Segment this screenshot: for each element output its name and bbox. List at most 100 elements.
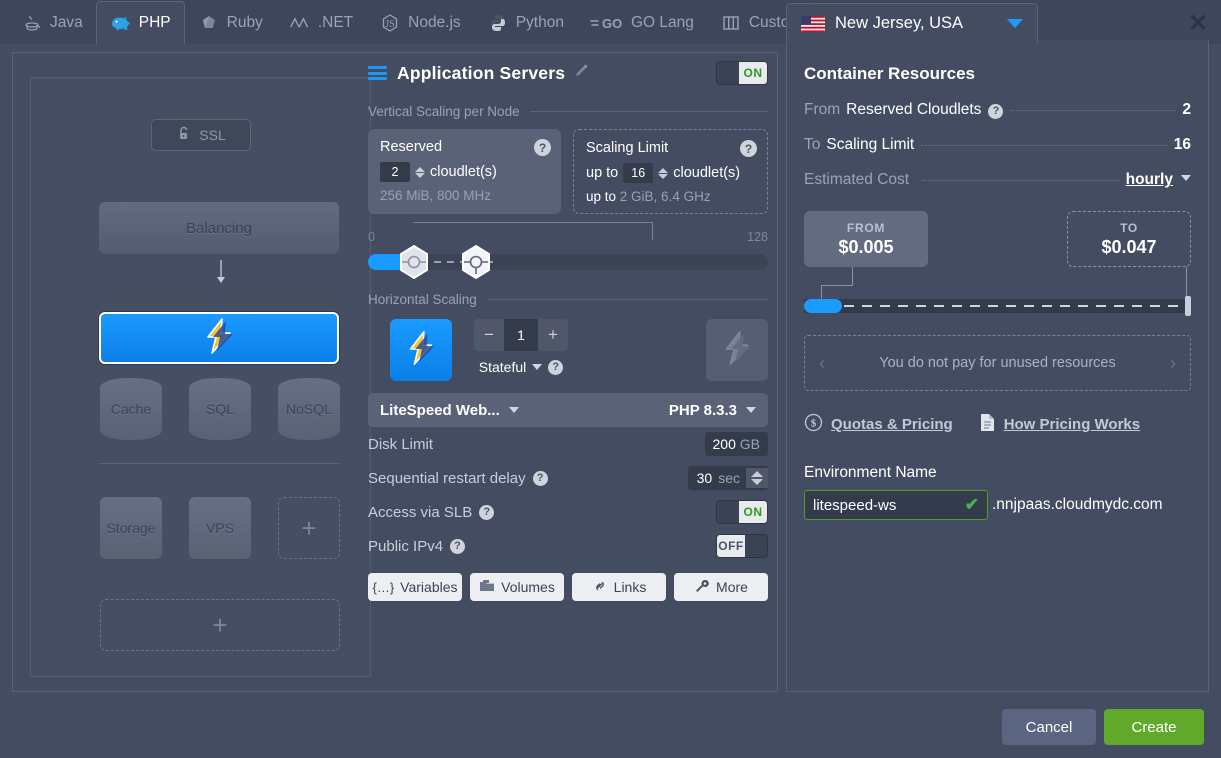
region-selector-tab[interactable]: New Jersey, USA (786, 3, 1038, 43)
layer-title: Application Servers (397, 62, 566, 83)
node-count-value[interactable]: 1 (504, 319, 538, 351)
question-icon[interactable]: ? (548, 359, 564, 375)
close-icon[interactable]: ✕ (1185, 10, 1211, 37)
layer-settings-panel: Application Servers ON Vertical Scaling … (368, 58, 768, 601)
toggle-state-label: OFF (717, 535, 745, 557)
node-storage[interactable]: Storage (100, 497, 162, 559)
tab-label: Ruby (226, 14, 263, 31)
cloudlet-slider[interactable]: 0 128 (368, 222, 768, 280)
chevron-down-icon[interactable] (1007, 19, 1023, 28)
restart-delay-stepper[interactable]: 30 sec (687, 466, 768, 490)
litespeed-bolt-icon (402, 329, 440, 372)
reserved-cloudlets-input[interactable]: 2 (380, 162, 410, 182)
question-icon[interactable]: ? (450, 538, 466, 554)
question-icon[interactable]: ? (532, 470, 548, 486)
stack-selector-bar[interactable]: LiteSpeed Web... PHP 8.3.3 (368, 393, 768, 427)
slider-leader-limit (453, 222, 653, 240)
tab-java[interactable]: Java (8, 2, 96, 44)
restart-delay-spinner[interactable] (746, 468, 768, 488)
node-cache[interactable]: Cache (100, 378, 162, 440)
cost-to-card: TO $0.047 (1067, 211, 1191, 267)
engine-version-dropdown[interactable]: PHP 8.3.3 (669, 402, 756, 419)
reserved-stepper[interactable] (415, 166, 425, 178)
more-button[interactable]: More (674, 573, 768, 601)
us-flag-icon (801, 15, 825, 32)
node-label: NoSQL (286, 401, 332, 417)
node-sql[interactable]: SQL (189, 378, 251, 440)
pricing-hint-text: You do not pay for unused resources (879, 355, 1116, 371)
node-balancing[interactable]: Balancing (99, 202, 339, 254)
environment-name-input[interactable]: litespeed-ws ✔ (804, 490, 988, 520)
question-icon[interactable]: ? (740, 140, 757, 157)
tab-ruby[interactable]: Ruby (185, 2, 276, 44)
disk-limit-value[interactable]: 200 GB (704, 432, 768, 456)
chevron-right-icon[interactable]: › (1170, 353, 1176, 374)
slider-handle-reserved[interactable] (396, 244, 432, 280)
option-label: Public IPv4 ? (368, 538, 466, 555)
card-title: Reserved (380, 139, 443, 155)
cost-from-label: FROM (846, 220, 886, 235)
ssl-chip[interactable]: SSL (151, 119, 251, 151)
reserved-card[interactable]: Reserved ? 2 cloudlet(s) 256 MiB, 800 MH… (368, 129, 561, 214)
cancel-button[interactable]: Cancel (1002, 709, 1096, 745)
cost-slider-track[interactable] (804, 296, 1191, 316)
node-nosql[interactable]: NoSQL (278, 378, 340, 440)
question-icon[interactable]: ? (988, 103, 1004, 119)
option-label-text: Sequential restart delay (368, 469, 526, 487)
document-icon (979, 413, 996, 436)
card-title: Scaling Limit (586, 140, 669, 156)
arrow-down-icon (216, 260, 226, 289)
option-label: Access via SLB ? (368, 504, 495, 521)
tab-python[interactable]: Python (474, 2, 577, 44)
svg-text:GO: GO (602, 16, 622, 31)
dollar-circle-icon: $ (804, 413, 823, 436)
layers-menu-icon[interactable] (368, 66, 387, 80)
increment-node-button[interactable]: + (538, 319, 568, 351)
node-vps[interactable]: VPS (189, 497, 251, 559)
vertical-scaling-section-label: Vertical Scaling per Node (368, 104, 768, 119)
stack-dropdown[interactable]: LiteSpeed Web... (380, 402, 519, 419)
cost-to-label: TO (1120, 220, 1138, 235)
access-slb-toggle[interactable]: ON (716, 500, 768, 524)
create-button[interactable]: Create (1104, 709, 1204, 745)
node-label: Balancing (186, 219, 252, 237)
node-count-stepper[interactable]: − 1 + (474, 319, 568, 351)
add-node-button[interactable]: + (278, 497, 340, 559)
pencil-icon[interactable] (574, 63, 591, 83)
node-type-selected-icon[interactable] (390, 319, 452, 381)
scaling-limit-card[interactable]: Scaling Limit ? up to 16 cloudlet(s) up … (573, 129, 768, 214)
decrement-node-button[interactable]: − (474, 319, 504, 351)
add-layer-button[interactable]: + (100, 599, 340, 651)
tab-go-lang[interactable]: GO GO Lang (577, 2, 707, 44)
question-icon[interactable]: ? (534, 139, 551, 156)
link-icon (592, 579, 608, 596)
how-pricing-works-link[interactable]: How Pricing Works (979, 413, 1140, 436)
stateful-dropdown[interactable]: Stateful ? (474, 359, 568, 375)
tab-php[interactable]: PHP (95, 1, 185, 44)
public-ipv4-toggle[interactable]: OFF (716, 534, 768, 558)
billing-period-dropdown[interactable]: hourly (1126, 171, 1173, 189)
volumes-button[interactable]: Volumes (470, 573, 564, 601)
option-label: Sequential restart delay ? (368, 470, 548, 487)
layer-enabled-toggle[interactable]: ON (716, 61, 768, 85)
node-application-server[interactable] (99, 312, 339, 364)
chevron-down-icon (746, 407, 756, 413)
slider-handle-limit[interactable] (458, 244, 494, 280)
scaling-limit-input[interactable]: 16 (623, 163, 654, 183)
tab-nodejs[interactable]: JS Node.js (366, 2, 474, 44)
chevron-down-icon (532, 364, 543, 370)
cost-slider-fill (804, 299, 842, 313)
question-icon[interactable]: ? (479, 504, 495, 520)
litespeed-bolt-ghost-icon (718, 329, 756, 372)
row-scaling-limit: To Scaling Limit 16 (804, 136, 1191, 154)
chevron-down-icon[interactable] (1181, 175, 1191, 181)
restart-delay-value[interactable]: 30 (688, 466, 719, 490)
quotas-pricing-link[interactable]: $ Quotas & Pricing (804, 413, 953, 436)
links-button[interactable]: Links (572, 573, 666, 601)
ruby-gem-icon (198, 12, 220, 34)
option-restart-delay: Sequential restart delay ? 30 sec (368, 461, 768, 495)
variables-button[interactable]: {…} Variables (368, 573, 462, 601)
node-type-ghost-icon[interactable] (706, 319, 768, 381)
limit-stepper[interactable] (658, 167, 669, 179)
tab-dotnet[interactable]: .NET (276, 2, 366, 44)
